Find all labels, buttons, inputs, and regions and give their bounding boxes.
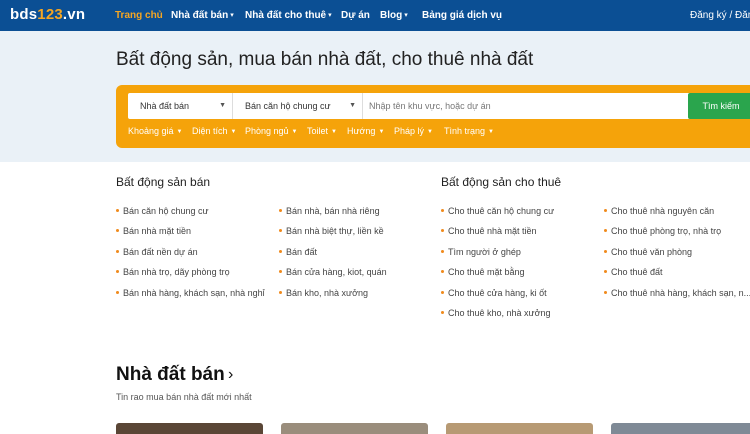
chevron-down-icon: ▼	[331, 129, 337, 135]
bullet-icon	[604, 270, 607, 273]
chevron-down-icon: ▼	[349, 102, 356, 109]
sale-link[interactable]: Bán nhà trọ, dãy phòng trọ	[116, 267, 230, 277]
nav-item-projects[interactable]: Dự án	[341, 10, 370, 21]
sale-link[interactable]: Bán đất nền dự án	[116, 247, 198, 257]
chevron-down-icon: ▾	[404, 12, 408, 19]
page-title: Bất động sản, mua bán nhà đất, cho thuê …	[116, 49, 534, 70]
listing-section-title[interactable]: Nhà đất bán	[116, 364, 225, 386]
chevron-down-icon: ▼	[427, 129, 433, 135]
sale-link[interactable]: Bán nhà mặt tiền	[116, 226, 191, 236]
listing-type-select[interactable]: Nhà đất bán ▼	[128, 93, 233, 119]
rent-link[interactable]: Cho thuê phòng trọ, nhà trọ	[604, 226, 721, 236]
sale-link[interactable]: Bán căn hộ chung cư	[116, 206, 209, 216]
rent-link[interactable]: Cho thuê căn hộ chung cư	[441, 206, 554, 216]
nav-item-home[interactable]: Trang chủ	[115, 10, 163, 21]
chevron-down-icon: ▼	[378, 129, 385, 135]
bullet-icon	[279, 209, 282, 212]
keyword-input[interactable]: Nhập tên khu vực, hoặc dự án	[369, 93, 491, 119]
rent-link[interactable]: Cho thuê nhà nguyên căn	[604, 206, 714, 216]
listing-section-subtitle: Tin rao mua bán nhà đất mới nhất	[116, 392, 252, 402]
bullet-icon	[279, 291, 282, 294]
bullet-icon	[116, 291, 119, 294]
nav-item-blog[interactable]: Blog ▾	[380, 10, 408, 21]
rent-link[interactable]: Cho thuê nhà mặt tiền	[441, 226, 537, 236]
rent-link[interactable]: Cho thuê kho, nhà xưởng	[441, 308, 551, 318]
bullet-icon	[116, 209, 119, 212]
rent-link[interactable]: Cho thuê cửa hàng, ki ốt	[441, 288, 547, 298]
chevron-down-icon: ▾	[328, 12, 332, 19]
bullet-icon	[441, 229, 444, 232]
category-select[interactable]: Bán căn hộ chung cư ▼	[233, 93, 363, 119]
bullet-icon	[116, 229, 119, 232]
bullet-icon	[116, 250, 119, 253]
bullet-icon	[279, 270, 282, 273]
bullet-icon	[604, 291, 607, 294]
chevron-right-icon[interactable]: ›	[228, 366, 233, 384]
filter-area[interactable]: Diện tích ▼	[192, 126, 236, 136]
chevron-down-icon: ▼	[219, 102, 226, 109]
bullet-icon	[441, 250, 444, 253]
site-logo[interactable]: bds123.vn	[10, 6, 85, 23]
bullet-icon	[604, 209, 607, 212]
rent-link[interactable]: Cho thuê nhà hàng, khách sạn, n...	[604, 288, 750, 298]
sale-link[interactable]: Bán nhà hàng, khách sạn, nhà nghỉ	[116, 288, 265, 298]
chevron-down-icon: ▼	[291, 129, 298, 135]
auth-link[interactable]: Đăng ký / Đăng	[690, 10, 750, 21]
filter-legal[interactable]: Pháp lý ▼	[394, 126, 433, 136]
chevron-down-icon: ▼	[176, 129, 183, 135]
filter-direction[interactable]: Hướng ▼	[347, 126, 384, 136]
chevron-down-icon: ▼	[488, 129, 494, 135]
sale-link[interactable]: Bán cửa hàng, kiot, quán	[279, 267, 387, 277]
rent-link[interactable]: Tìm người ở ghép	[441, 247, 521, 257]
filter-status[interactable]: Tình trạng ▼	[444, 126, 494, 136]
bullet-icon	[604, 250, 607, 253]
bullet-icon	[279, 250, 282, 253]
rent-link[interactable]: Cho thuê đất	[604, 267, 663, 277]
rent-section-title: Bất động sản cho thuê	[441, 175, 562, 189]
bullet-icon	[441, 311, 444, 314]
sale-link[interactable]: Bán nhà biệt thự, liền kề	[279, 226, 384, 236]
top-nav: bds123.vn Trang chủ Nhà đất bán ▾ Nhà đất…	[0, 0, 750, 31]
sale-link[interactable]: Bán nhà, bán nhà riêng	[279, 206, 380, 216]
nav-item-rent[interactable]: Nhà đất cho thuê ▾	[245, 10, 332, 21]
sale-link[interactable]: Bán kho, nhà xưởng	[279, 288, 368, 298]
listing-thumbnail[interactable]	[281, 423, 428, 434]
bullet-icon	[441, 270, 444, 273]
rent-link[interactable]: Cho thuê văn phòng	[604, 247, 692, 257]
listing-thumbnail[interactable]	[446, 423, 593, 434]
bullet-icon	[441, 209, 444, 212]
search-button[interactable]: Tìm kiếm	[688, 93, 750, 119]
filter-price[interactable]: Khoảng giá ▼	[128, 126, 183, 136]
listing-thumbnail[interactable]	[116, 423, 263, 434]
listing-thumbnail[interactable]	[611, 423, 750, 434]
search-panel: Nhà đất bán ▼ Bán căn hộ chung cư ▼ Nhập t…	[116, 85, 750, 148]
nav-item-pricing[interactable]: Bảng giá dịch vụ	[422, 10, 502, 21]
bullet-icon	[604, 229, 607, 232]
bullet-icon	[279, 229, 282, 232]
rent-link[interactable]: Cho thuê mặt bằng	[441, 267, 525, 277]
hero-section: Bất động sản, mua bán nhà đất, cho thuê …	[0, 31, 750, 162]
filter-toilet[interactable]: Toilet ▼	[307, 126, 337, 136]
filter-bedrooms[interactable]: Phòng ngủ ▼	[245, 126, 298, 136]
bullet-icon	[116, 270, 119, 273]
nav-item-sale[interactable]: Nhà đất bán ▾	[171, 10, 234, 21]
chevron-down-icon: ▼	[230, 129, 237, 135]
bullet-icon	[441, 291, 444, 294]
sale-section-title: Bất động sản bán	[116, 175, 211, 189]
sale-link[interactable]: Bán đất	[279, 247, 317, 257]
chevron-down-icon: ▾	[230, 12, 234, 19]
search-bar: Nhà đất bán ▼ Bán căn hộ chung cư ▼ Nhập t…	[128, 93, 750, 119]
